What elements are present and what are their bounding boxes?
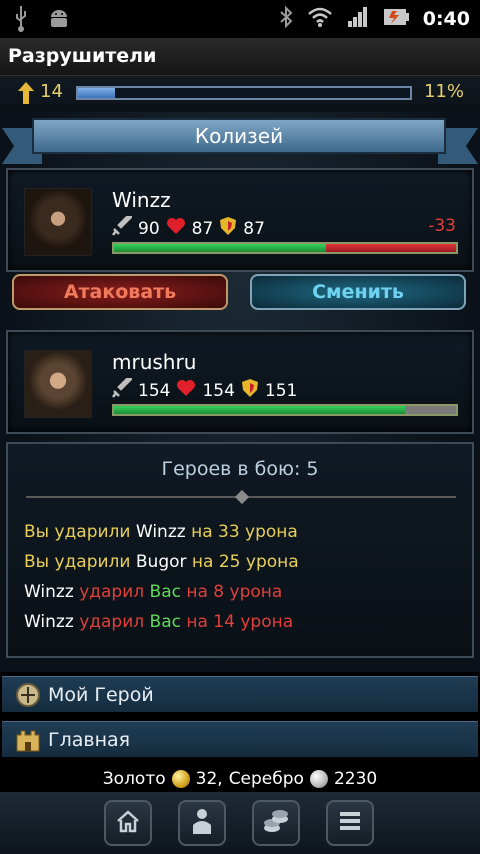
wifi-icon: [307, 7, 333, 31]
gold-amount: 32,: [195, 769, 223, 789]
attack-button[interactable]: Атаковать: [12, 274, 228, 310]
profile-button[interactable]: [178, 800, 226, 846]
heart-icon: [176, 379, 196, 402]
shield-icon: [219, 216, 237, 241]
change-opponent-button[interactable]: Сменить: [250, 274, 466, 310]
log-text: Вы ударили: [24, 522, 131, 542]
my-defense: 151: [264, 380, 298, 401]
log-target: Bugor: [135, 552, 187, 572]
log-verb: ударил: [79, 582, 145, 602]
opponent-damage-delta: -33: [428, 216, 456, 236]
gold-coin-icon: [171, 770, 190, 788]
arena-title: Колизей: [194, 124, 284, 148]
my-hp-fill: [114, 406, 405, 414]
silver-label: Серебро: [228, 769, 304, 789]
log-target: Вас: [149, 582, 181, 602]
log-damage: на 25 урона: [191, 552, 299, 572]
silver-amount: 2230: [333, 769, 378, 789]
opponent-stats: 90 87 87: [112, 213, 265, 241]
opponent-defense: 87: [243, 218, 265, 239]
my-hp-bar: [112, 404, 458, 416]
log-text: Вы ударили: [24, 552, 131, 572]
opponent-hp-fill: [114, 244, 327, 252]
my-avatar: [24, 350, 92, 418]
log-entry: Вы ударили Bugor на 25 урона: [24, 552, 299, 572]
log-damage: на 33 урона: [191, 522, 298, 542]
log-entry: Winzz ударил Вас на 14 урона: [24, 612, 293, 632]
menu-button[interactable]: [326, 800, 374, 846]
android-icon: [48, 8, 70, 34]
bluetooth-icon: [279, 5, 293, 32]
nav-home-label: Главная: [48, 728, 131, 751]
shield-icon: [241, 378, 259, 403]
player-level: 14: [40, 81, 63, 102]
log-target: Вас: [149, 612, 181, 632]
nav-home[interactable]: Главная: [2, 721, 478, 757]
log-entry: Winzz ударил Вас на 8 урона: [24, 582, 282, 602]
heroes-in-battle: Героев в бою: 5: [161, 458, 319, 480]
menu-icon: [338, 810, 362, 836]
status-bar: 0:40: [0, 0, 480, 38]
home-button[interactable]: [104, 800, 152, 846]
log-verb: ударил: [79, 612, 145, 632]
my-name: mrushru: [112, 350, 197, 374]
nav-my-hero[interactable]: Мой Герой: [2, 676, 478, 712]
home-icon: [115, 809, 141, 837]
opponent-card[interactable]: Winzz 90 87 87 -33: [6, 168, 474, 272]
my-stats: 154 154 151: [112, 375, 298, 403]
nav-my-hero-label: Мой Герой: [48, 683, 154, 706]
coins-icon: [262, 808, 290, 838]
app-title-bar: Разрушители: [0, 38, 480, 76]
signal-icon: [347, 6, 369, 32]
log-target: Winzz: [135, 522, 186, 542]
my-health: 154: [202, 380, 235, 401]
helmet-icon: [10, 682, 46, 708]
opponent-hp-lost: [326, 244, 456, 252]
heart-icon: [166, 217, 186, 240]
castle-icon: [10, 727, 46, 753]
log-damage: на 14 урона: [186, 612, 294, 632]
opponent-name: Winzz: [112, 188, 171, 212]
level-xp-row: 14 11%: [0, 76, 480, 112]
opponent-health: 87: [191, 218, 214, 239]
divider-ornament: [234, 489, 250, 505]
gold-label: Золото: [102, 769, 166, 789]
log-attacker: Winzz: [24, 582, 74, 602]
log-entry: Вы ударили Winzz на 33 урона: [24, 522, 298, 542]
log-attacker: Winzz: [24, 612, 74, 632]
opponent-avatar: [24, 188, 92, 256]
currency-row: Золото 32, Серебро 2230: [0, 766, 480, 792]
sword-icon: [112, 213, 133, 241]
my-hero-card: mrushru 154 154 151: [6, 330, 474, 434]
app-title: Разрушители: [8, 45, 157, 67]
opponent-attack: 90: [138, 218, 160, 239]
log-damage: на 8 урона: [186, 582, 283, 602]
xp-progress-bar: [76, 86, 412, 100]
silver-coin-icon: [309, 770, 328, 788]
person-icon: [190, 807, 214, 839]
arena-title-ribbon: Колизей: [32, 118, 446, 154]
xp-progress-fill: [78, 88, 115, 98]
clock: 0:40: [422, 8, 470, 30]
opponent-hp-bar: [112, 242, 458, 254]
battery-icon: [383, 7, 409, 31]
bottom-toolbar: [0, 792, 480, 854]
battle-log-panel: Героев в бою: 5 Вы ударили Winzz на 33 у…: [6, 442, 474, 658]
usb-icon: [14, 6, 28, 36]
level-up-arrow-icon: [18, 82, 34, 108]
shop-button[interactable]: [252, 800, 300, 846]
my-attack: 154: [138, 380, 171, 401]
sword-icon: [112, 375, 133, 403]
xp-percent: 11%: [423, 81, 464, 102]
